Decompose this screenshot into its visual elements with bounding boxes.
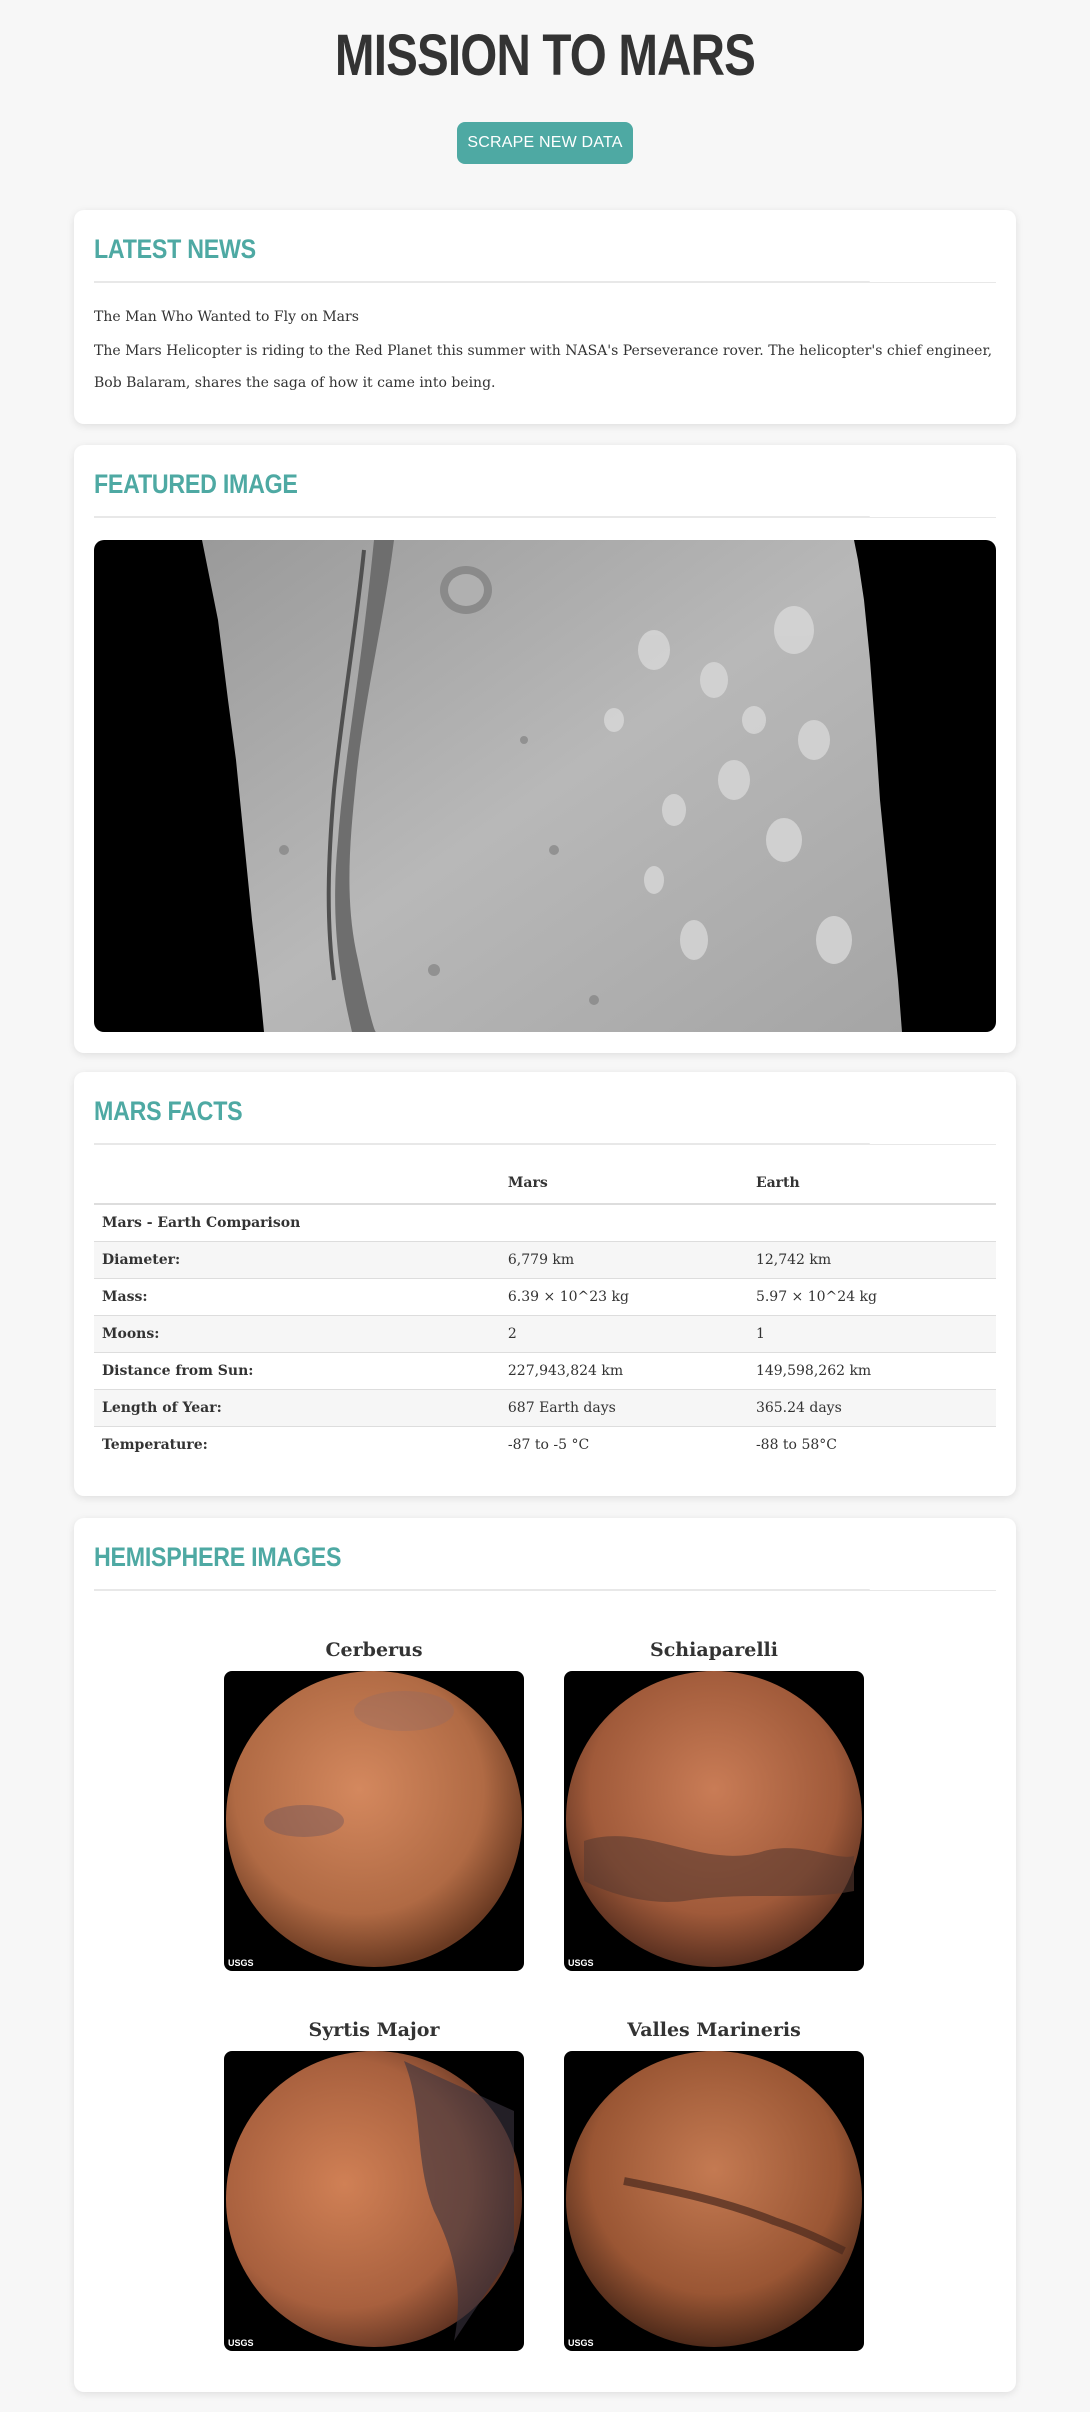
column-header-earth: Earth [747, 1163, 996, 1205]
mars-value: 227,943,824 km [499, 1352, 748, 1390]
usgs-logo: USGS [568, 2338, 594, 2348]
table-header-row: Mars Earth [94, 1163, 996, 1205]
hemisphere-image[interactable]: USGS [224, 2051, 524, 2351]
hemisphere-grid: Cerberus USGS Schiaparelli USGS Syrtis M… [94, 1591, 996, 2403]
table-row-caption: Mars - Earth Comparison [94, 1204, 996, 1242]
mars-value: 6,779 km [499, 1241, 748, 1279]
news-title[interactable]: The Man Who Wanted to Fly on Mars [94, 309, 996, 325]
table-row: Distance from Sun: 227,943,824 km 149,59… [94, 1352, 996, 1390]
hemisphere-image[interactable]: USGS [564, 1671, 864, 1971]
earth-value: -88 to 58°C [747, 1426, 996, 1463]
featured-image-heading: FEATURED IMAGE [94, 445, 870, 517]
hemisphere-cerberus[interactable]: Cerberus USGS [224, 1639, 524, 1971]
hemisphere-schiaparelli[interactable]: Schiaparelli USGS [564, 1639, 864, 1971]
row-label: Mass: [94, 1278, 500, 1316]
mars-value: 687 Earth days [499, 1389, 748, 1427]
usgs-logo: USGS [228, 1958, 254, 1968]
row-label: Temperature: [94, 1426, 500, 1463]
table-row: Moons: 2 1 [94, 1315, 996, 1353]
hemisphere-image[interactable]: USGS [224, 1671, 524, 1971]
page-header: MISSION TO MARS SCRAPE NEW DATA [0, 0, 1090, 210]
table-row: Diameter: 6,779 km 12,742 km [94, 1241, 996, 1279]
hemisphere-name: Cerberus [325, 1639, 423, 1661]
mars-facts-card: MARS FACTS Mars Earth Mars - Earth Compa… [74, 1072, 1016, 1496]
mars-value: 2 [499, 1315, 748, 1353]
earth-value: 1 [747, 1315, 996, 1353]
earth-value: 365.24 days [747, 1389, 996, 1427]
scrape-new-data-button[interactable]: SCRAPE NEW DATA [457, 122, 633, 164]
table-row: Length of Year: 687 Earth days 365.24 da… [94, 1389, 996, 1427]
mars-value: 6.39 × 10^23 kg [499, 1278, 748, 1316]
hemisphere-images-card: HEMISPHERE IMAGES Cerberus USGS Schiapar… [74, 1518, 1016, 2392]
hemisphere-name: Syrtis Major [308, 2019, 440, 2041]
earth-value: 5.97 × 10^24 kg [747, 1278, 996, 1316]
hemisphere-name: Valles Marineris [627, 2019, 801, 2041]
row-label: Length of Year: [94, 1389, 500, 1427]
mars-value: -87 to -5 °C [499, 1426, 748, 1463]
hemisphere-syrtis-major[interactable]: Syrtis Major USGS [224, 2019, 524, 2351]
row-label: Diameter: [94, 1241, 500, 1279]
page-title: MISSION TO MARS [334, 23, 756, 88]
earth-value: 149,598,262 km [747, 1352, 996, 1390]
mars-facts-heading: MARS FACTS [94, 1072, 870, 1144]
hemisphere-name: Schiaparelli [650, 1639, 778, 1661]
usgs-logo: USGS [228, 2338, 254, 2348]
table-caption: Mars - Earth Comparison [102, 1215, 301, 1231]
hemisphere-valles-marineris[interactable]: Valles Marineris USGS [564, 2019, 864, 2351]
table-row: Mass: 6.39 × 10^23 kg 5.97 × 10^24 kg [94, 1278, 996, 1316]
mars-facts-table: Mars Earth Mars - Earth Comparison Diame… [94, 1163, 996, 1463]
column-header-empty [94, 1163, 500, 1205]
usgs-logo: USGS [568, 1958, 594, 1968]
latest-news-card: LATEST NEWS The Man Who Wanted to Fly on… [74, 210, 1016, 424]
news-body: The Mars Helicopter is riding to the Red… [94, 343, 993, 391]
latest-news-heading: LATEST NEWS [94, 210, 870, 282]
hemisphere-image[interactable]: USGS [564, 2051, 864, 2351]
row-label: Distance from Sun: [94, 1352, 500, 1390]
hemisphere-images-heading: HEMISPHERE IMAGES [94, 1518, 870, 1590]
earth-value: 12,742 km [747, 1241, 996, 1279]
table-row: Temperature: -87 to -5 °C -88 to 58°C [94, 1426, 996, 1463]
featured-image[interactable] [94, 540, 996, 1032]
row-label: Moons: [94, 1315, 500, 1353]
column-header-mars: Mars [499, 1163, 748, 1205]
featured-image-card: FEATURED IMAGE [74, 445, 1016, 1053]
